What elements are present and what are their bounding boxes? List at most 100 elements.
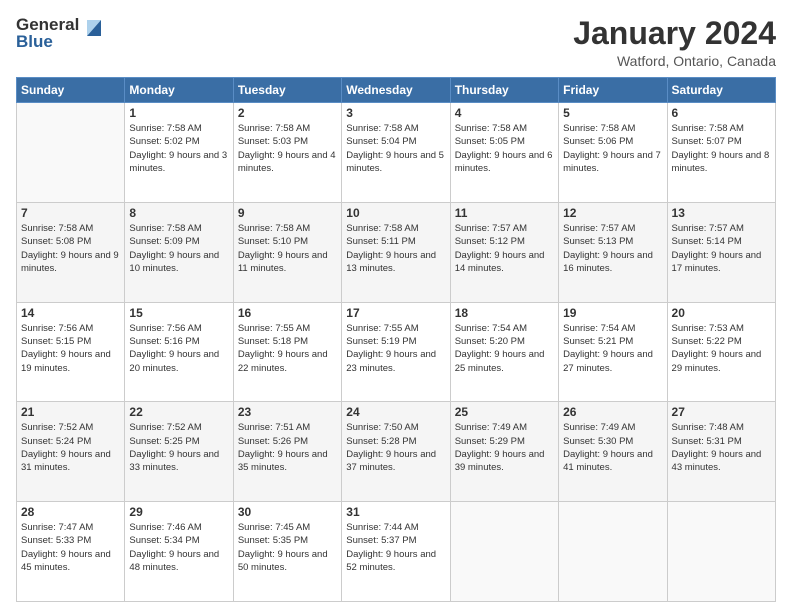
day-number: 25: [455, 405, 554, 419]
day-number: 21: [21, 405, 120, 419]
day-number: 8: [129, 206, 228, 220]
day-number: 20: [672, 306, 771, 320]
month-title: January 2024: [573, 16, 776, 51]
col-thursday: Thursday: [450, 78, 558, 103]
day-info: Sunrise: 7:54 AMSunset: 5:20 PMDaylight:…: [455, 322, 554, 375]
day-info: Sunrise: 7:58 AMSunset: 5:08 PMDaylight:…: [21, 222, 120, 275]
day-info: Sunrise: 7:46 AMSunset: 5:34 PMDaylight:…: [129, 521, 228, 574]
day-number: 19: [563, 306, 662, 320]
table-row: 18 Sunrise: 7:54 AMSunset: 5:20 PMDayligh…: [450, 302, 558, 402]
day-number: 24: [346, 405, 445, 419]
table-row: 22 Sunrise: 7:52 AMSunset: 5:25 PMDayligh…: [125, 402, 233, 502]
day-number: 17: [346, 306, 445, 320]
table-row: [450, 502, 558, 602]
day-info: Sunrise: 7:49 AMSunset: 5:30 PMDaylight:…: [563, 421, 662, 474]
calendar-header-row: Sunday Monday Tuesday Wednesday Thursday…: [17, 78, 776, 103]
table-row: 14 Sunrise: 7:56 AMSunset: 5:15 PMDayligh…: [17, 302, 125, 402]
table-row: 2 Sunrise: 7:58 AMSunset: 5:03 PMDaylight…: [233, 103, 341, 203]
day-info: Sunrise: 7:54 AMSunset: 5:21 PMDaylight:…: [563, 322, 662, 375]
day-number: 28: [21, 505, 120, 519]
table-row: 21Sunrise: 7:52 AMSunset: 5:24 PMDayligh…: [17, 402, 125, 502]
title-block: January 2024 Watford, Ontario, Canada: [573, 16, 776, 69]
day-info: Sunrise: 7:51 AMSunset: 5:26 PMDaylight:…: [238, 421, 337, 474]
day-info: Sunrise: 7:48 AMSunset: 5:31 PMDaylight:…: [672, 421, 771, 474]
table-row: 24 Sunrise: 7:50 AMSunset: 5:28 PMDayligh…: [342, 402, 450, 502]
table-row: 23 Sunrise: 7:51 AMSunset: 5:26 PMDayligh…: [233, 402, 341, 502]
day-info: Sunrise: 7:58 AMSunset: 5:07 PMDaylight:…: [672, 122, 771, 175]
table-row: 27 Sunrise: 7:48 AMSunset: 5:31 PMDayligh…: [667, 402, 775, 502]
day-info: Sunrise: 7:55 AMSunset: 5:18 PMDaylight:…: [238, 322, 337, 375]
day-number: 22: [129, 405, 228, 419]
logo-general: General: [16, 16, 79, 33]
day-number: 12: [563, 206, 662, 220]
col-monday: Monday: [125, 78, 233, 103]
day-info: Sunrise: 7:44 AMSunset: 5:37 PMDaylight:…: [346, 521, 445, 574]
day-number: 6: [672, 106, 771, 120]
day-number: 1: [129, 106, 228, 120]
day-number: 15: [129, 306, 228, 320]
table-row: 20 Sunrise: 7:53 AMSunset: 5:22 PMDayligh…: [667, 302, 775, 402]
day-number: 14: [21, 306, 120, 320]
table-row: 10 Sunrise: 7:58 AMSunset: 5:11 PMDayligh…: [342, 202, 450, 302]
day-number: 18: [455, 306, 554, 320]
day-number: 10: [346, 206, 445, 220]
day-info: Sunrise: 7:52 AMSunset: 5:25 PMDaylight:…: [129, 421, 228, 474]
day-info: Sunrise: 7:58 AMSunset: 5:06 PMDaylight:…: [563, 122, 662, 175]
col-sunday: Sunday: [17, 78, 125, 103]
day-number: 23: [238, 405, 337, 419]
day-number: 29: [129, 505, 228, 519]
day-info: Sunrise: 7:58 AMSunset: 5:02 PMDaylight:…: [129, 122, 228, 175]
table-row: 7 Sunrise: 7:58 AMSunset: 5:08 PMDaylight…: [17, 202, 125, 302]
col-saturday: Saturday: [667, 78, 775, 103]
table-row: 31 Sunrise: 7:44 AMSunset: 5:37 PMDayligh…: [342, 502, 450, 602]
day-number: 13: [672, 206, 771, 220]
table-row: 17Sunrise: 7:55 AMSunset: 5:19 PMDayligh…: [342, 302, 450, 402]
logo: General Blue: [16, 16, 105, 50]
table-row: 25 Sunrise: 7:49 AMSunset: 5:29 PMDayligh…: [450, 402, 558, 502]
day-info: Sunrise: 7:45 AMSunset: 5:35 PMDaylight:…: [238, 521, 337, 574]
day-info: Sunrise: 7:58 AMSunset: 5:05 PMDaylight:…: [455, 122, 554, 175]
day-info: Sunrise: 7:53 AMSunset: 5:22 PMDaylight:…: [672, 322, 771, 375]
col-wednesday: Wednesday: [342, 78, 450, 103]
table-row: 15Sunrise: 7:56 AMSunset: 5:16 PMDayligh…: [125, 302, 233, 402]
logo-blue: Blue: [16, 33, 53, 50]
table-row: 1 Sunrise: 7:58 AMSunset: 5:02 PMDaylight…: [125, 103, 233, 203]
table-row: [17, 103, 125, 203]
day-info: Sunrise: 7:56 AMSunset: 5:15 PMDaylight:…: [21, 322, 120, 375]
day-number: 3: [346, 106, 445, 120]
table-row: 4Sunrise: 7:58 AMSunset: 5:05 PMDaylight…: [450, 103, 558, 203]
table-row: 19 Sunrise: 7:54 AMSunset: 5:21 PMDayligh…: [559, 302, 667, 402]
day-number: 27: [672, 405, 771, 419]
day-info: Sunrise: 7:57 AMSunset: 5:13 PMDaylight:…: [563, 222, 662, 275]
table-row: 16 Sunrise: 7:55 AMSunset: 5:18 PMDayligh…: [233, 302, 341, 402]
location: Watford, Ontario, Canada: [573, 53, 776, 69]
col-friday: Friday: [559, 78, 667, 103]
day-number: 26: [563, 405, 662, 419]
table-row: 29 Sunrise: 7:46 AMSunset: 5:34 PMDayligh…: [125, 502, 233, 602]
day-number: 5: [563, 106, 662, 120]
day-info: Sunrise: 7:58 AMSunset: 5:11 PMDaylight:…: [346, 222, 445, 275]
table-row: 12 Sunrise: 7:57 AMSunset: 5:13 PMDayligh…: [559, 202, 667, 302]
day-number: 11: [455, 206, 554, 220]
table-row: 6 Sunrise: 7:58 AMSunset: 5:07 PMDaylight…: [667, 103, 775, 203]
calendar-table: Sunday Monday Tuesday Wednesday Thursday…: [16, 77, 776, 602]
day-number: 31: [346, 505, 445, 519]
day-info: Sunrise: 7:58 AMSunset: 5:03 PMDaylight:…: [238, 122, 337, 175]
day-info: Sunrise: 7:49 AMSunset: 5:29 PMDaylight:…: [455, 421, 554, 474]
day-info: Sunrise: 7:57 AMSunset: 5:12 PMDaylight:…: [455, 222, 554, 275]
col-tuesday: Tuesday: [233, 78, 341, 103]
day-info: Sunrise: 7:57 AMSunset: 5:14 PMDaylight:…: [672, 222, 771, 275]
table-row: 5 Sunrise: 7:58 AMSunset: 5:06 PMDaylight…: [559, 103, 667, 203]
logo-triangle-icon: [83, 18, 105, 45]
table-row: 28 Sunrise: 7:47 AMSunset: 5:33 PMDayligh…: [17, 502, 125, 602]
table-row: [667, 502, 775, 602]
table-row: [559, 502, 667, 602]
day-number: 30: [238, 505, 337, 519]
day-info: Sunrise: 7:50 AMSunset: 5:28 PMDaylight:…: [346, 421, 445, 474]
day-number: 16: [238, 306, 337, 320]
table-row: 11 Sunrise: 7:57 AMSunset: 5:12 PMDayligh…: [450, 202, 558, 302]
day-info: Sunrise: 7:58 AMSunset: 5:09 PMDaylight:…: [129, 222, 228, 275]
day-number: 7: [21, 206, 120, 220]
day-info: Sunrise: 7:47 AMSunset: 5:33 PMDaylight:…: [21, 521, 120, 574]
day-number: 2: [238, 106, 337, 120]
